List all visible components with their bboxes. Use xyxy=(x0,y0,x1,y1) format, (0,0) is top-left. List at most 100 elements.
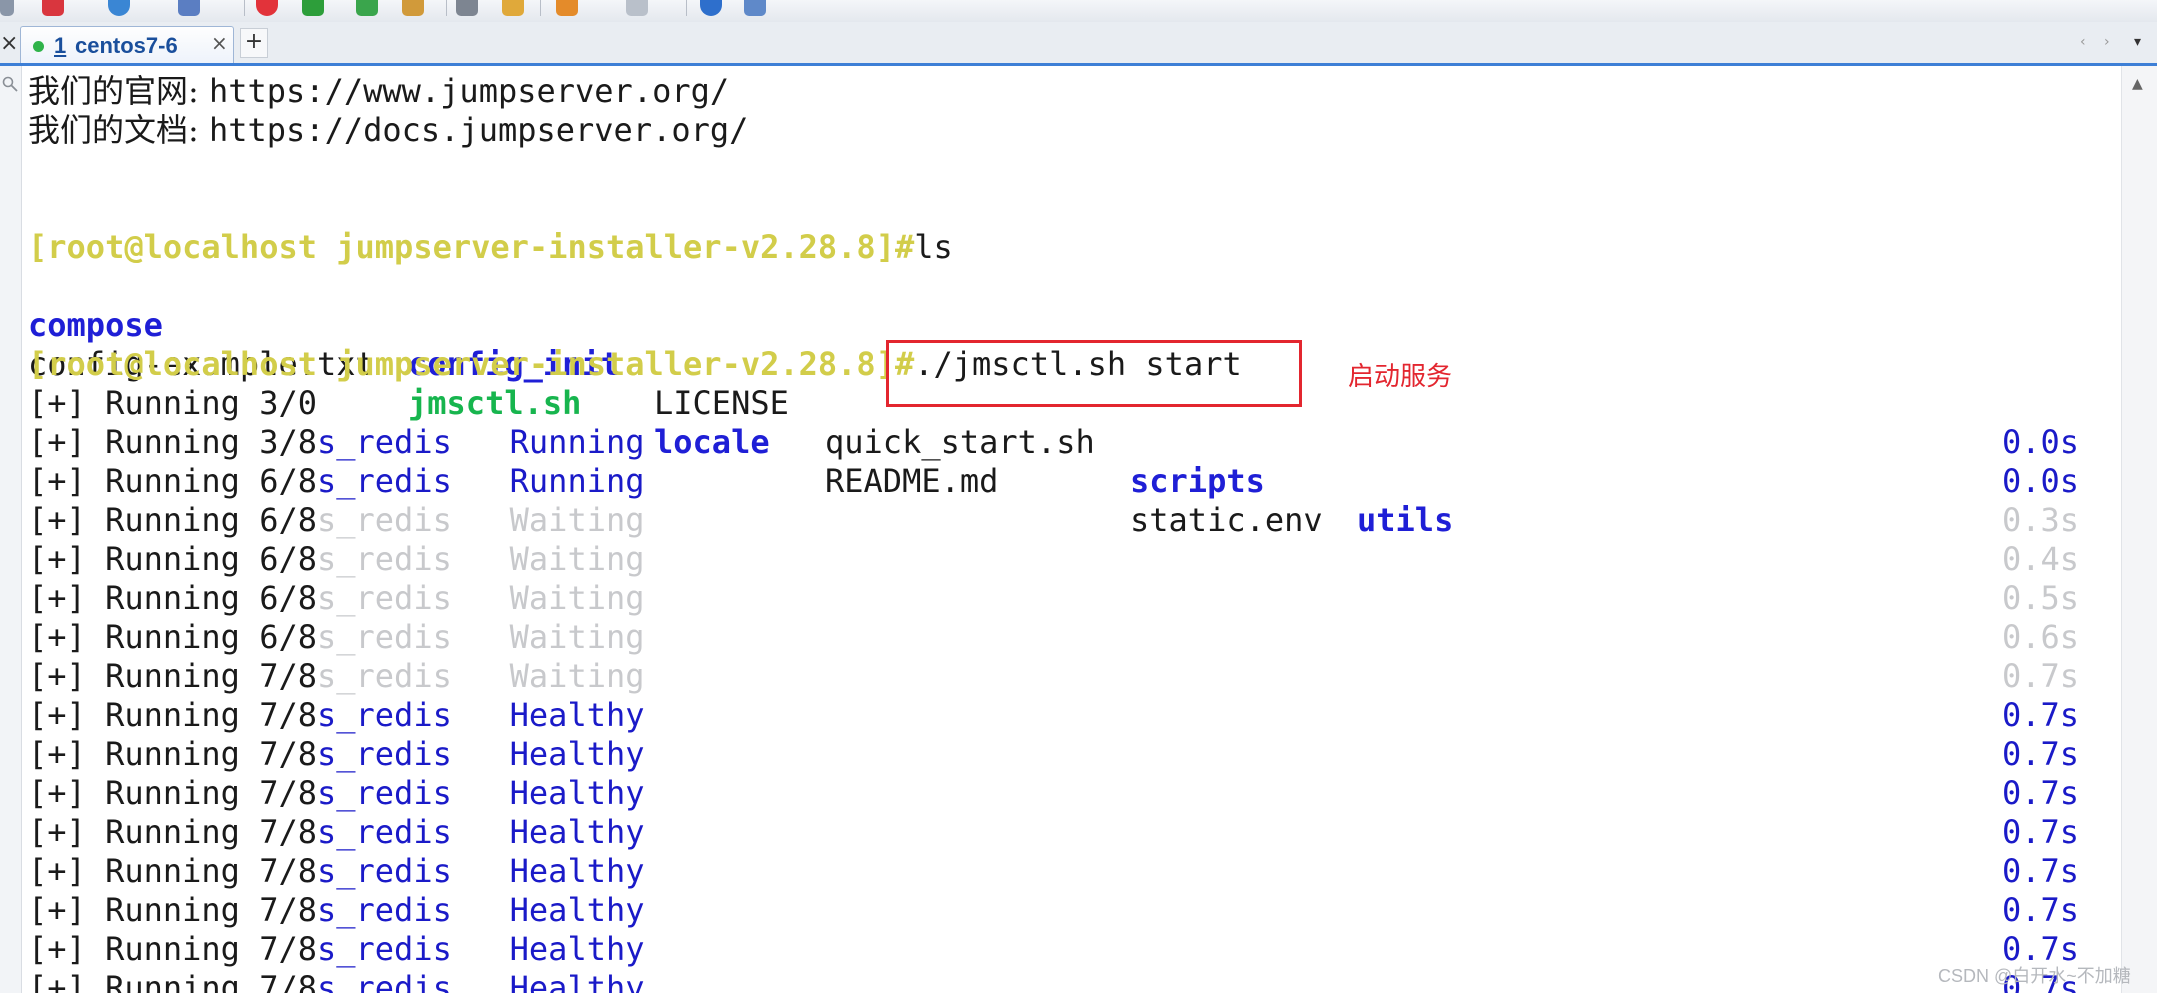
globe-icon[interactable] xyxy=(108,0,130,16)
service-name: s_redis xyxy=(316,657,452,695)
elapsed-time: 0.4s xyxy=(2002,540,2080,578)
command-text: ls xyxy=(914,228,953,266)
ls-output-line: compose config_init LICENSE quick_start.… xyxy=(28,267,2028,539)
service-status: Waiting xyxy=(509,618,645,656)
welcome-url: https://www.jumpserver.org/ xyxy=(208,72,730,110)
tab-centos7-6[interactable]: 1 centos7-6 × xyxy=(20,26,234,63)
service-name: s_redis xyxy=(316,930,452,968)
service-status: Healthy xyxy=(509,969,645,993)
running-text: [+] Running 7/8 xyxy=(28,852,317,890)
help-icon[interactable] xyxy=(700,0,722,16)
welcome-label: 我们的文档: xyxy=(28,111,209,149)
service-name: s_redis xyxy=(316,891,452,929)
shell-prompt: [root@localhost jumpserver-installer-v2.… xyxy=(28,228,895,266)
chat-icon[interactable] xyxy=(744,0,766,16)
status-row: [+] Running 7/8s_redis Healthy 0.7s xyxy=(28,813,2118,852)
service-status: Waiting xyxy=(509,579,645,617)
running-text: [+] Running 7/8 xyxy=(28,696,317,734)
elapsed-time: 0.0s xyxy=(2002,423,2080,461)
elapsed-time: 0.7s xyxy=(2002,696,2080,734)
ls-entry: jmsctl.sh xyxy=(408,384,582,422)
toolbar-separator xyxy=(446,0,447,16)
pen-icon[interactable] xyxy=(502,0,524,16)
connected-status-icon xyxy=(33,41,44,52)
service-status: Running xyxy=(509,423,645,461)
shell-prompt: [root@localhost jumpserver-installer-v2.… xyxy=(28,345,895,383)
running-text: [+] Running 7/8 xyxy=(28,969,317,993)
grid-icon[interactable] xyxy=(42,0,64,16)
terminal-output[interactable]: 我们的官网: https://www.jumpserver.org/ 我们的文档… xyxy=(28,72,2118,993)
service-name: s_redis xyxy=(316,423,452,461)
status-row: [+] Running 6/8s_redis Waiting 0.4s xyxy=(28,540,2118,579)
elapsed-time: 0.7s xyxy=(2002,774,2080,812)
service-status: Healthy xyxy=(509,735,645,773)
toolbar-separator xyxy=(686,0,687,16)
running-text: [+] Running 6/8 xyxy=(28,618,317,656)
service-status: Healthy xyxy=(509,891,645,929)
running-text: [+] Running 7/8 xyxy=(28,657,317,695)
service-status: Healthy xyxy=(509,852,645,890)
terminal-line: [+] Running 3/0 xyxy=(28,384,317,423)
close-icon[interactable]: × xyxy=(0,30,18,58)
record-icon[interactable] xyxy=(256,0,278,16)
search-icon[interactable] xyxy=(2,76,18,92)
status-row: [+] Running 7/8s_redis Healthy 0.7s xyxy=(28,930,2118,969)
vertical-scrollbar[interactable]: ▲ xyxy=(2121,66,2157,993)
elapsed-time: 0.7s xyxy=(2002,852,2080,890)
status-row: [+] Running 7/8s_redis Healthy 0.7s xyxy=(28,735,2118,774)
elapsed-time: 0.3s xyxy=(2002,501,2080,539)
tab-prev-icon[interactable]: ‹ xyxy=(2080,34,2086,50)
terminal-line: 我们的文档: https://docs.jumpserver.org/ xyxy=(28,111,748,150)
running-text: [+] Running 3/8 xyxy=(28,423,317,461)
status-row: [+] Running 7/8s_redis Healthy 0.7s xyxy=(28,852,2118,891)
search-icon[interactable] xyxy=(0,0,14,16)
elapsed-time: 0.5s xyxy=(2002,579,2080,617)
elapsed-time: 0.6s xyxy=(2002,618,2080,656)
service-name: s_redis xyxy=(316,579,452,617)
window-icon[interactable] xyxy=(626,0,648,16)
terminal-line: [root@localhost jumpserver-installer-v2.… xyxy=(28,228,953,267)
service-name: s_redis xyxy=(316,735,452,773)
service-name: s_redis xyxy=(316,969,452,993)
welcome-label: 我们的官网: xyxy=(28,72,209,110)
toolbar-separator xyxy=(244,0,245,16)
service-name: s_redis xyxy=(316,462,452,500)
keyboard-icon[interactable] xyxy=(456,0,478,16)
service-status: Waiting xyxy=(509,657,645,695)
elapsed-time: 0.7s xyxy=(2002,891,2080,929)
elapsed-time: 0.7s xyxy=(2002,657,2080,695)
service-status: Healthy xyxy=(509,696,645,734)
welcome-url: https://docs.jumpserver.org/ xyxy=(208,111,749,149)
add-session-icon[interactable] xyxy=(556,0,578,16)
font-icon[interactable] xyxy=(178,0,200,16)
tab-menu-icon[interactable]: ▾ xyxy=(2134,34,2141,50)
new-tab-button[interactable]: + xyxy=(240,28,268,58)
lock-icon[interactable] xyxy=(402,0,424,16)
tab-close-icon[interactable]: × xyxy=(211,31,228,55)
service-status: Waiting xyxy=(509,540,645,578)
running-text: [+] Running 6/8 xyxy=(28,501,317,539)
elapsed-time: 0.7s xyxy=(2002,735,2080,773)
toolbar-separator xyxy=(540,0,541,16)
tab-number: 1 xyxy=(54,33,67,58)
status-row: [+] Running 6/8s_redis Waiting 0.6s xyxy=(28,618,2118,657)
service-status: Waiting xyxy=(509,501,645,539)
tab-next-icon[interactable]: › xyxy=(2104,34,2110,50)
service-status: Healthy xyxy=(509,813,645,851)
status-row: [+] Running 7/8s_redis Healthy 0.7s xyxy=(28,696,2118,735)
running-text: [+] Running 7/8 xyxy=(28,735,317,773)
expand-icon[interactable] xyxy=(356,0,378,16)
scroll-up-icon[interactable]: ▲ xyxy=(2132,76,2143,92)
running-text: [+] Running 7/8 xyxy=(28,813,317,851)
elapsed-time: 0.0s xyxy=(2002,462,2080,500)
service-status: Healthy xyxy=(509,774,645,812)
running-text: [+] Running 3/0 xyxy=(28,384,317,422)
service-name: s_redis xyxy=(316,540,452,578)
transfer-icon[interactable] xyxy=(302,0,324,16)
